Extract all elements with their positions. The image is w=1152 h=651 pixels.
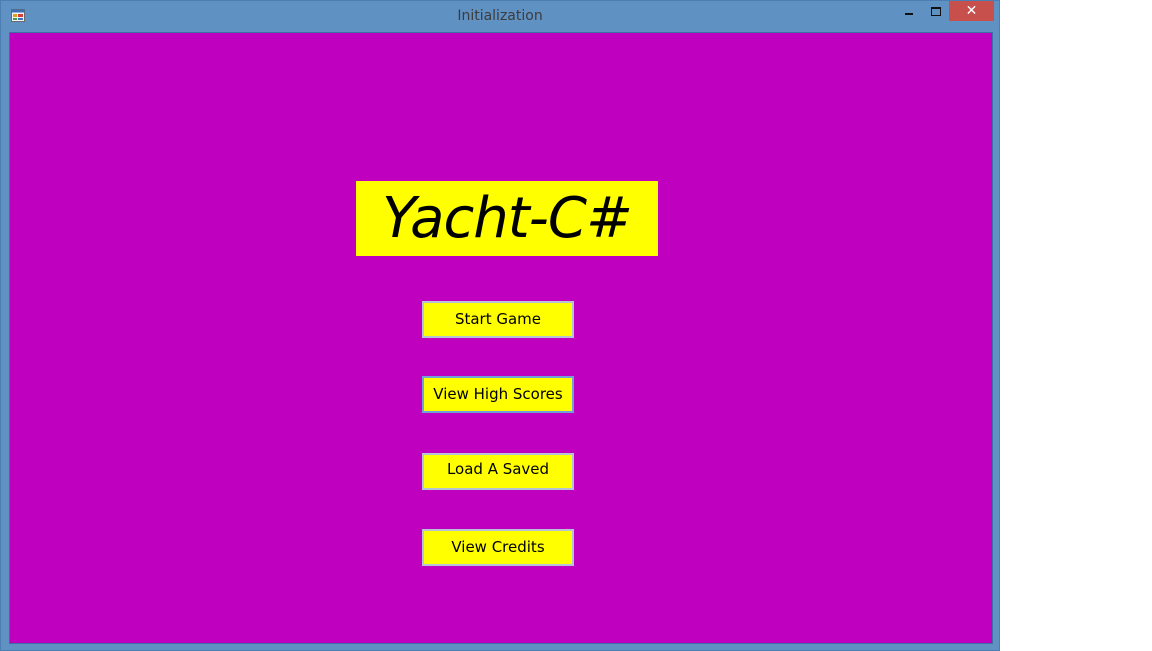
view-credits-button[interactable]: View Credits	[422, 529, 574, 566]
minimize-icon	[905, 13, 913, 15]
view-credits-label: View Credits	[451, 538, 545, 556]
window-title: Initialization	[457, 8, 543, 24]
application-window: Initialization ✕ Yacht-C# Start Game Vie…	[0, 0, 1000, 651]
load-saved-button[interactable]: Load A Saved	[422, 453, 574, 490]
start-game-button[interactable]: Start Game	[422, 301, 574, 338]
game-title: Yacht-C#	[356, 181, 658, 256]
close-button[interactable]: ✕	[949, 1, 994, 21]
load-saved-label: Load A Saved	[446, 460, 550, 478]
view-high-scores-label: View High Scores	[433, 385, 563, 403]
maximize-button[interactable]	[923, 1, 947, 21]
close-icon: ✕	[965, 3, 978, 19]
maximize-icon	[931, 7, 941, 16]
start-game-label: Start Game	[454, 310, 542, 328]
title-bar[interactable]: Initialization ✕	[1, 1, 999, 31]
main-panel: Yacht-C# Start Game View High Scores Loa…	[9, 32, 993, 644]
minimize-button[interactable]	[897, 1, 921, 21]
view-high-scores-button[interactable]: View High Scores	[422, 376, 574, 413]
